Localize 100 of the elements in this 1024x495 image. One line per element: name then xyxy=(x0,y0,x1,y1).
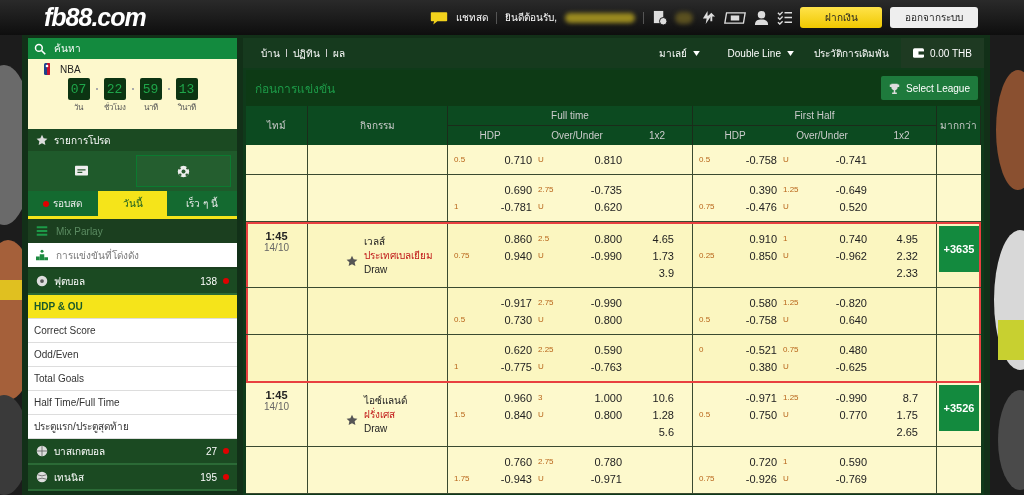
odds-value[interactable]: 4.65 xyxy=(652,232,674,245)
odds-value[interactable]: -0.735 xyxy=(590,183,622,196)
odds-value[interactable]: 0.640 xyxy=(839,313,867,326)
odds-value[interactable]: 0.390 xyxy=(749,183,777,196)
odds-value[interactable]: 0.810 xyxy=(594,153,622,166)
odds-value[interactable]: 0.480 xyxy=(839,343,867,356)
sport-item[interactable]: เทนนิส 195 xyxy=(28,465,237,491)
odds-value[interactable]: -0.758 xyxy=(745,313,777,326)
odds-value[interactable]: 5.6 xyxy=(658,425,674,438)
checklist-icon[interactable] xyxy=(777,10,792,25)
odds-value[interactable]: -0.769 xyxy=(835,472,867,485)
odds-value[interactable]: -0.476 xyxy=(745,200,777,213)
odds-value[interactable]: 0.860 xyxy=(504,232,532,245)
odds-value[interactable]: 0.580 xyxy=(749,296,777,309)
sport-item[interactable]: บาสเกตบอล 27 xyxy=(28,439,237,465)
odds-value[interactable]: 1.73 xyxy=(652,249,674,262)
odds-value[interactable]: 0.380 xyxy=(749,360,777,373)
odds-value[interactable]: 0.590 xyxy=(839,455,867,468)
market-item[interactable]: ประตูแรก/ประตูสุดท้าย xyxy=(28,415,237,439)
odds-value[interactable]: 0.800 xyxy=(594,408,622,421)
search-bar[interactable]: ค้นหา xyxy=(28,38,237,59)
odds-value[interactable]: 2.65 xyxy=(896,425,918,438)
market-item[interactable]: Odd/Even xyxy=(28,343,237,367)
star-icon[interactable] xyxy=(346,413,358,426)
odds-value[interactable]: -0.990 xyxy=(590,249,622,262)
odds-value[interactable]: 0.750 xyxy=(749,408,777,421)
odds-value[interactable]: -0.741 xyxy=(835,153,867,166)
odds-value[interactable]: 0.910 xyxy=(749,232,777,245)
odds-value[interactable]: 0.620 xyxy=(504,343,532,356)
time-tab[interactable]: เร็ว ๆ นี้ xyxy=(167,191,237,216)
logout-button[interactable]: ออกจากระบบ xyxy=(890,7,978,28)
time-tab[interactable]: รอบสด xyxy=(28,191,98,216)
odds-value[interactable]: -0.943 xyxy=(500,472,532,485)
odds-value[interactable]: -0.820 xyxy=(835,296,867,309)
deposit-button[interactable]: ฝากเงิน xyxy=(800,7,882,28)
more-bets-button[interactable]: +3526 xyxy=(939,385,979,431)
odds-value[interactable]: -0.971 xyxy=(590,472,622,485)
favorites-header[interactable]: รายการโปรด xyxy=(28,129,237,151)
odds-value[interactable]: 3.9 xyxy=(658,266,674,279)
user-icon[interactable] xyxy=(754,10,769,25)
market-item[interactable]: Half Time/Full Time xyxy=(28,391,237,415)
odds-value[interactable]: -0.917 xyxy=(500,296,532,309)
star-icon[interactable] xyxy=(346,254,358,267)
odds-value[interactable]: 4.95 xyxy=(896,232,918,245)
odds-value[interactable]: -0.775 xyxy=(500,360,532,373)
time-tab[interactable]: วันนี้ xyxy=(97,191,168,216)
odds-value[interactable]: 0.840 xyxy=(504,408,532,421)
nav-link[interactable]: ผล xyxy=(327,45,351,61)
ticket-icon[interactable] xyxy=(724,11,746,24)
dropdown[interactable]: Double Line xyxy=(713,47,808,59)
odds-value[interactable]: 2.32 xyxy=(896,249,918,262)
coin-stack-icon[interactable] xyxy=(652,10,667,25)
odds-value[interactable]: 0.730 xyxy=(504,313,532,326)
odds-value[interactable]: 0.800 xyxy=(594,232,622,245)
market-item[interactable]: Correct Score xyxy=(28,319,237,343)
odds-value[interactable]: -0.971 xyxy=(745,391,777,404)
odds-value[interactable]: 0.690 xyxy=(504,183,532,196)
odds-value[interactable]: -0.926 xyxy=(745,472,777,485)
bet-history-link[interactable]: ประวัติการเดิมพัน xyxy=(807,45,895,61)
odds-value[interactable]: 0.620 xyxy=(594,200,622,213)
odds-value[interactable]: 2.33 xyxy=(896,266,918,279)
select-league-button[interactable]: Select League xyxy=(881,76,978,100)
odds-value[interactable]: 0.770 xyxy=(839,408,867,421)
odds-value[interactable]: 0.780 xyxy=(594,455,622,468)
odds-value[interactable]: 0.960 xyxy=(504,391,532,404)
odds-value[interactable]: -0.649 xyxy=(835,183,867,196)
market-item[interactable]: HDP & OU xyxy=(28,295,237,319)
nav-link[interactable]: ปฏิทิน xyxy=(287,45,326,61)
odds-value[interactable]: -0.781 xyxy=(500,200,532,213)
odds-value[interactable]: 0.850 xyxy=(749,249,777,262)
odds-value[interactable]: 0.720 xyxy=(749,455,777,468)
dropdown[interactable]: มาเลย์ xyxy=(644,45,714,61)
odds-value[interactable]: 0.760 xyxy=(504,455,532,468)
odds-value[interactable]: 0.520 xyxy=(839,200,867,213)
odds-value[interactable]: -0.763 xyxy=(590,360,622,373)
sport-item[interactable]: ฟุตบอล 138 xyxy=(28,269,237,295)
more-bets-button[interactable]: +3635 xyxy=(939,226,979,272)
logo[interactable]: fb88.com xyxy=(44,3,146,32)
odds-value[interactable]: -0.625 xyxy=(835,360,867,373)
lightning-arrows-icon[interactable] xyxy=(701,10,716,25)
nav-link[interactable]: บ้าน xyxy=(255,45,286,61)
odds-value[interactable]: 1.000 xyxy=(594,391,622,404)
odds-value[interactable]: 10.6 xyxy=(652,391,674,404)
chat-bubble-icon[interactable] xyxy=(430,10,449,25)
odds-value[interactable]: 0.710 xyxy=(504,153,532,166)
market-item[interactable]: Total Goals xyxy=(28,367,237,391)
odds-value[interactable]: 0.590 xyxy=(594,343,622,356)
odds-value[interactable]: -0.758 xyxy=(745,153,777,166)
live-chat-link[interactable]: แชทสด xyxy=(456,10,489,25)
odds-value[interactable]: -0.990 xyxy=(835,391,867,404)
odds-value[interactable]: -0.521 xyxy=(745,343,777,356)
odds-value[interactable]: 1.28 xyxy=(652,408,674,421)
odds-value[interactable]: 0.800 xyxy=(594,313,622,326)
odds-value[interactable]: 1.75 xyxy=(896,408,918,421)
odds-value[interactable]: 0.740 xyxy=(839,232,867,245)
odds-value[interactable]: -0.962 xyxy=(835,249,867,262)
popular-item[interactable]: การแข่งขันที่โด่งดัง xyxy=(28,243,237,269)
odds-value[interactable]: 0.940 xyxy=(504,249,532,262)
view-tab[interactable] xyxy=(135,155,231,187)
odds-value[interactable]: 8.7 xyxy=(902,391,918,404)
